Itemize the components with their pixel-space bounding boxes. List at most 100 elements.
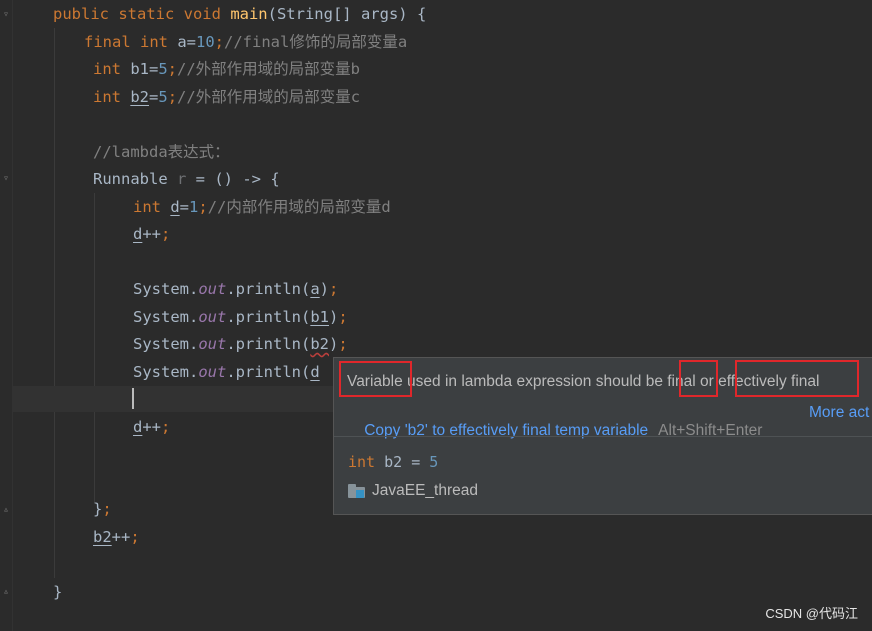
code-token: )	[329, 308, 339, 326]
text-caret	[132, 388, 134, 409]
code-line-a[interactable]: final int a=10;//final修饰的局部变量a	[84, 31, 407, 53]
code-token: //外部作用域的局部变量c	[177, 88, 361, 106]
code-token: out	[198, 335, 227, 353]
code-token: ;	[161, 225, 171, 243]
code-token: 10	[196, 33, 215, 51]
popup-divider	[334, 436, 872, 437]
code-token: }	[93, 500, 103, 518]
decl-name: b2 =	[375, 453, 430, 471]
code-token: System.	[133, 363, 199, 381]
code-token: r	[177, 170, 187, 188]
code-token: //外部作用域的局部变量b	[177, 60, 361, 78]
code-token: )	[319, 280, 330, 298]
code-token: d	[310, 363, 320, 381]
code-token: d	[133, 225, 143, 243]
watermark: CSDN @代码江	[765, 606, 858, 621]
fold-end-icon[interactable]: ▵	[1, 504, 11, 515]
fold-arrow-icon[interactable]: ▿	[1, 173, 11, 184]
code-line-b1[interactable]: int b1=5;//外部作用域的局部变量b	[93, 58, 360, 80]
variable-declaration: int b2 = 5	[348, 453, 438, 471]
fold-arrow-icon[interactable]: ▿	[1, 9, 11, 20]
code-token: .println(	[226, 308, 311, 326]
code-token: ++	[111, 528, 131, 546]
code-token: ;	[338, 308, 348, 326]
code-token: (String[] args) {	[267, 5, 427, 23]
code-token: ;	[329, 280, 339, 298]
code-token: ;	[338, 335, 348, 353]
code-token: final int	[84, 33, 178, 51]
decl-keyword: int	[348, 453, 376, 471]
code-token: d	[133, 418, 143, 436]
code-token: out	[198, 363, 227, 381]
code-token: ++	[142, 418, 162, 436]
code-token: ;	[167, 60, 178, 78]
fold-end-icon[interactable]: ▵	[1, 586, 11, 597]
code-token: =	[179, 198, 190, 216]
code-token: ;	[102, 500, 112, 518]
code-line-close-main[interactable]: }	[53, 581, 62, 603]
code-token: System.	[133, 335, 199, 353]
code-token: ;	[198, 198, 208, 216]
code-token: ;	[214, 33, 225, 51]
code-line-main[interactable]: public static void main(String[] args) {	[53, 3, 426, 25]
code-token: a	[310, 280, 320, 298]
decl-value: 5	[429, 453, 439, 471]
highlight-box-effectively-final	[735, 360, 859, 397]
code-line-runnable[interactable]: Runnable r = () -> {	[93, 168, 280, 190]
code-token: 1	[189, 198, 199, 216]
editor-gutter	[0, 0, 13, 631]
code-line-dpp2[interactable]: d++;	[133, 416, 170, 438]
indent-guide	[94, 193, 95, 503]
code-token: //lambda表达式：	[93, 143, 230, 161]
highlight-box-variable	[339, 361, 412, 397]
code-line-print-d[interactable]: System.out.println(d	[133, 361, 320, 383]
code-token: ;	[161, 418, 171, 436]
msg-middle: used in lambda expression should be	[402, 373, 668, 390]
code-line-close-lambda[interactable]: };	[93, 498, 112, 520]
code-line-dpp1[interactable]: d++;	[133, 223, 170, 245]
code-token: a=	[177, 33, 196, 51]
code-token: main	[230, 5, 268, 23]
code-token: int	[93, 60, 131, 78]
code-line-print-a[interactable]: System.out.println(a);	[133, 278, 338, 300]
code-token: b2	[93, 528, 112, 546]
code-token: System.	[133, 280, 199, 298]
more-actions-link[interactable]: More act	[809, 404, 869, 422]
code-token: int	[93, 88, 131, 106]
code-token: out	[198, 308, 227, 326]
code-token: b2	[310, 335, 329, 353]
code-line-b2pp[interactable]: b2++;	[93, 526, 140, 548]
code-token: //final修饰的局部变量a	[224, 33, 408, 51]
code-token: 5	[158, 60, 168, 78]
code-line-print-b1[interactable]: System.out.println(b1);	[133, 306, 348, 328]
code-line-b2[interactable]: int b2=5;//外部作用域的局部变量c	[93, 86, 360, 108]
module-row[interactable]: JavaEE_thread	[348, 482, 478, 500]
code-token: int	[133, 198, 171, 216]
code-token: = () -> {	[186, 170, 280, 188]
code-token: b1	[310, 308, 329, 326]
code-token: public static void	[53, 5, 231, 23]
code-token: .println(	[226, 280, 311, 298]
indent-guide	[54, 28, 55, 578]
code-token: .println(	[226, 335, 311, 353]
code-token: ++	[142, 225, 162, 243]
code-line-cmt-lambda[interactable]: //lambda表达式：	[93, 141, 230, 163]
code-token: b1=	[130, 60, 159, 78]
code-token: //内部作用域的局部变量d	[207, 198, 391, 216]
code-token: 5	[158, 88, 168, 106]
module-folder-icon	[348, 484, 365, 498]
code-token: ;	[130, 528, 140, 546]
code-token: b2	[130, 88, 149, 106]
code-token: d	[170, 198, 180, 216]
code-token: .println(	[226, 363, 311, 381]
code-token: }	[53, 583, 63, 601]
code-token: System.	[133, 308, 199, 326]
code-token: )	[329, 335, 339, 353]
code-line-d[interactable]: int d=1;//内部作用域的局部变量d	[133, 196, 391, 218]
code-token: =	[149, 88, 159, 106]
code-token: Runnable	[93, 170, 177, 188]
highlight-box-final	[679, 360, 718, 397]
code-token: out	[198, 280, 227, 298]
code-token: ;	[167, 88, 178, 106]
code-line-print-b2[interactable]: System.out.println(b2);	[133, 333, 348, 355]
